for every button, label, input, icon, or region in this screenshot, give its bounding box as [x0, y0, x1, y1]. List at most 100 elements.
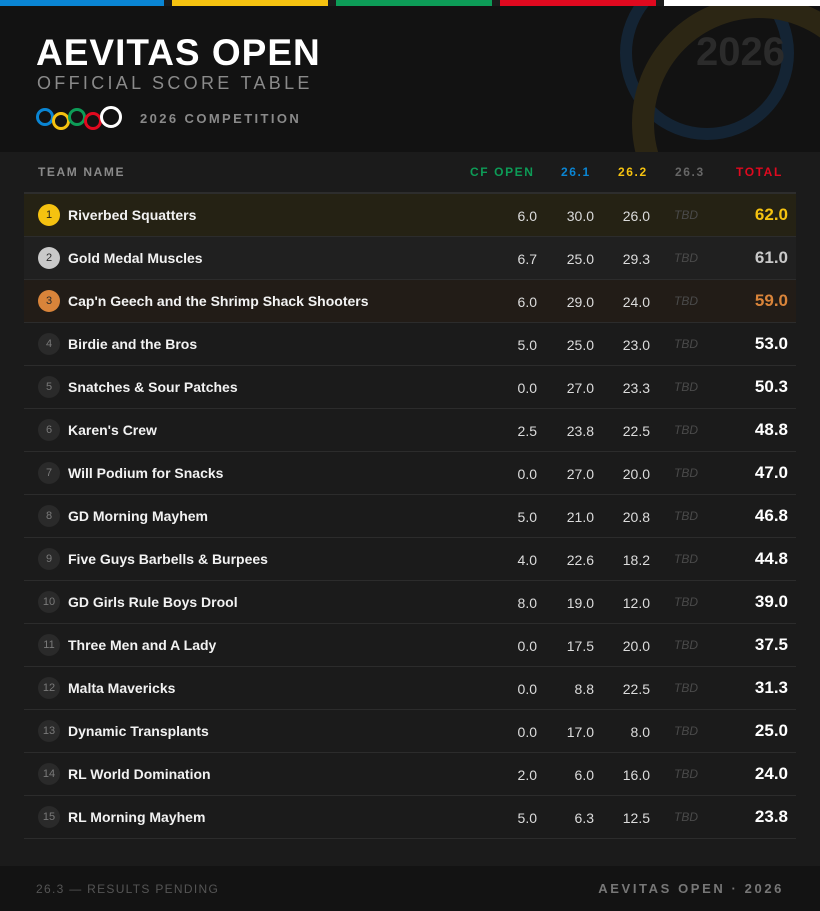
- team-name: Cap'n Geech and the Shrimp Shack Shooter…: [68, 293, 369, 309]
- score-26-1: 8.8: [574, 681, 594, 697]
- table-row: 1 Riverbed Squatters 6.0 30.0 26.0 TBD 62.0: [24, 194, 796, 237]
- score-26-2: 8.0: [630, 724, 650, 740]
- score-26-1: 22.6: [566, 552, 594, 568]
- score-26-3: TBD: [674, 509, 698, 523]
- score-26-3: TBD: [674, 208, 698, 222]
- cf-open-score: 0.0: [517, 681, 537, 697]
- olympic-rings-icon: [36, 106, 124, 132]
- score-26-3: TBD: [674, 595, 698, 609]
- score-26-3: TBD: [674, 767, 698, 781]
- rank-badge: 11: [38, 634, 60, 656]
- score-26-1: 6.3: [574, 810, 594, 826]
- cf-open-score: 6.0: [517, 294, 537, 310]
- table-row: 6 Karen's Crew 2.5 23.8 22.5 TBD 48.8: [24, 409, 796, 452]
- score-26-2: 18.2: [622, 552, 650, 568]
- score-26-1: 23.8: [566, 423, 594, 439]
- rank-badge: 6: [38, 419, 60, 441]
- total-score: 25.0: [754, 721, 788, 740]
- score-26-3: TBD: [674, 337, 698, 351]
- score-26-3: TBD: [674, 294, 698, 308]
- total-score: 61.0: [754, 248, 788, 267]
- rank-badge: 14: [38, 763, 60, 785]
- rank-badge: 5: [38, 376, 60, 398]
- score-26-3: TBD: [674, 251, 698, 265]
- col-total: TOTAL: [736, 165, 783, 179]
- total-score: 44.8: [754, 549, 788, 568]
- score-26-3: TBD: [674, 724, 698, 738]
- cf-open-score: 6.7: [517, 251, 537, 267]
- score-26-2: 20.0: [622, 638, 650, 654]
- table-row: 7 Will Podium for Snacks 0.0 27.0 20.0 TBD 47.…: [24, 452, 796, 495]
- rank-badge: 15: [38, 806, 60, 828]
- cf-open-score: 2.0: [517, 767, 537, 783]
- table-row: 3 Cap'n Geech and the Shrimp Shack Shoote…: [24, 280, 796, 323]
- score-table: TEAM NAME CF OPEN 26.1 26.2 26.3 TOTAL 1…: [24, 152, 796, 839]
- score-26-2: 20.0: [622, 466, 650, 482]
- table-row: 13 Dynamic Transplants 0.0 17.0 8.0 TBD 25.0: [24, 710, 796, 753]
- total-score: 50.3: [754, 377, 788, 396]
- total-score: 53.0: [754, 334, 788, 353]
- team-name: GD Girls Rule Boys Drool: [68, 594, 238, 610]
- table-row: 11 Three Men and A Lady 0.0 17.5 20.0 TBD 37.5: [24, 624, 796, 667]
- col-26-1: 26.1: [561, 165, 591, 179]
- team-name: Three Men and A Lady: [68, 637, 217, 653]
- score-26-1: 29.0: [566, 294, 594, 310]
- score-26-1: 25.0: [566, 337, 594, 353]
- table-row: 9 Five Guys Barbells & Burpees 4.0 22.6 18.2…: [24, 538, 796, 581]
- table-row: 4 Birdie and the Bros 5.0 25.0 23.0 TBD 53.0: [24, 323, 796, 366]
- table-row: 12 Malta Mavericks 0.0 8.8 22.5 TBD 31.3: [24, 667, 796, 710]
- col-team: TEAM NAME: [38, 165, 126, 179]
- score-26-2: 22.5: [622, 423, 650, 439]
- rank-badge: 10: [38, 591, 60, 613]
- team-name: Karen's Crew: [68, 422, 157, 438]
- footer: 26.3 — RESULTS PENDING AEVITAS OPEN · 20…: [0, 866, 820, 911]
- score-26-2: 12.0: [622, 595, 650, 611]
- score-26-3: TBD: [674, 466, 698, 480]
- rank-badge: 7: [38, 462, 60, 484]
- score-26-3: TBD: [674, 380, 698, 394]
- table-header: TEAM NAME CF OPEN 26.1 26.2 26.3 TOTAL: [24, 152, 796, 194]
- score-26-1: 6.0: [574, 767, 594, 783]
- cf-open-score: 4.0: [517, 552, 537, 568]
- cf-open-score: 0.0: [517, 724, 537, 740]
- team-name: RL World Domination: [68, 766, 211, 782]
- total-score: 46.8: [754, 506, 788, 525]
- score-26-2: 20.8: [622, 509, 650, 525]
- cf-open-score: 0.0: [517, 466, 537, 482]
- total-score: 62.0: [754, 205, 788, 224]
- rank-badge: 4: [38, 333, 60, 355]
- header: 2026 AEVITAS OPEN OFFICIAL SCORE TABLE 2…: [0, 6, 820, 152]
- rank-badge: 2: [38, 247, 60, 269]
- table-row: 14 RL World Domination 2.0 6.0 16.0 TBD 24.0: [24, 753, 796, 796]
- score-26-2: 26.0: [622, 208, 650, 224]
- team-name: Will Podium for Snacks: [68, 465, 224, 481]
- score-26-2: 29.3: [622, 251, 650, 267]
- team-name: Five Guys Barbells & Burpees: [68, 551, 268, 567]
- table-row: 15 RL Morning Mayhem 5.0 6.3 12.5 TBD 23.8: [24, 796, 796, 839]
- score-26-2: 23.3: [622, 380, 650, 396]
- score-26-3: TBD: [674, 681, 698, 695]
- score-26-1: 17.5: [566, 638, 594, 654]
- score-26-3: TBD: [674, 810, 698, 824]
- score-26-1: 27.0: [566, 380, 594, 396]
- cf-open-score: 0.0: [517, 638, 537, 654]
- total-score: 23.8: [754, 807, 788, 826]
- rank-badge: 12: [38, 677, 60, 699]
- team-name: Malta Mavericks: [68, 680, 176, 696]
- table-row: 2 Gold Medal Muscles 6.7 25.0 29.3 TBD 61.0: [24, 237, 796, 280]
- team-name: GD Morning Mayhem: [68, 508, 209, 524]
- score-26-1: 17.0: [566, 724, 594, 740]
- rank-badge: 8: [38, 505, 60, 527]
- score-26-3: TBD: [674, 423, 698, 437]
- rank-badge: 13: [38, 720, 60, 742]
- cf-open-score: 5.0: [517, 509, 537, 525]
- total-score: 24.0: [754, 764, 788, 783]
- score-26-2: 22.5: [622, 681, 650, 697]
- cf-open-score: 5.0: [517, 810, 537, 826]
- rank-badge: 1: [38, 204, 60, 226]
- score-26-1: 27.0: [566, 466, 594, 482]
- col-26-2: 26.2: [618, 165, 648, 179]
- cf-open-score: 5.0: [517, 337, 537, 353]
- cf-open-score: 0.0: [517, 380, 537, 396]
- score-26-2: 24.0: [622, 294, 650, 310]
